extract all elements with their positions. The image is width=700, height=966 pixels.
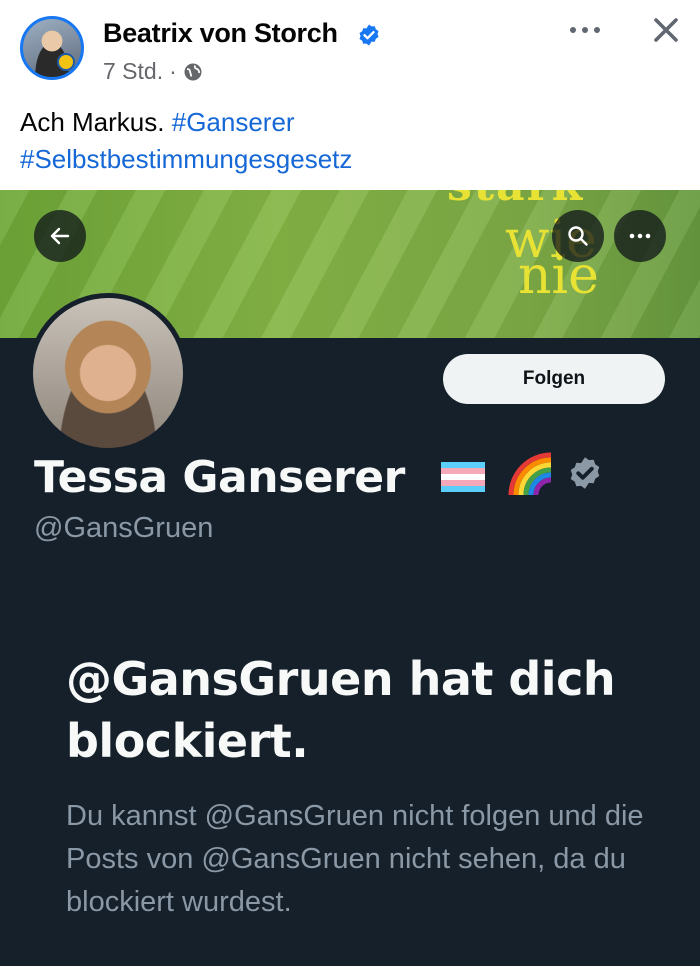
transgender-flag-icon	[441, 462, 485, 492]
back-button[interactable]	[34, 210, 86, 262]
more-options-icon	[570, 27, 600, 33]
back-arrow-icon	[50, 227, 70, 245]
post-meta: 7 Std. ·	[103, 58, 203, 85]
more-options-button[interactable]	[563, 8, 607, 52]
profile-display-name: Tessa Ganserer	[34, 452, 405, 503]
post-text-plain: Ach Markus.	[20, 107, 165, 137]
more-options-button[interactable]	[614, 210, 666, 262]
profile-handle: @GansGruen	[34, 512, 214, 544]
close-button[interactable]	[644, 8, 688, 52]
verified-badge-icon	[570, 457, 600, 489]
close-icon	[654, 18, 678, 42]
search-button[interactable]	[552, 210, 604, 262]
profile-avatar[interactable]	[28, 293, 188, 453]
post-text: Ach Markus. #Ganserer #Selbstbestimmunge…	[20, 104, 680, 178]
rainbow-icon	[508, 452, 552, 496]
author-avatar[interactable]	[20, 16, 84, 80]
follow-button[interactable]: Folgen	[443, 354, 665, 404]
globe-icon	[184, 63, 202, 80]
banner-word: stark	[447, 190, 584, 211]
verified-badge-icon	[359, 24, 379, 46]
facebook-post: Beatrix von Storch 7 Std. · Ach Markus. …	[0, 0, 700, 190]
meta-separator: ·	[169, 58, 177, 84]
more-options-icon	[629, 233, 651, 239]
hashtag-link[interactable]: #Selbstbestimmungesgesetz	[20, 144, 352, 174]
embedded-profile-screenshot[interactable]: stark wie nie Folgen Tessa Ganserer	[0, 190, 700, 966]
blocked-title: @GansGruen hat dich blockiert.	[66, 652, 616, 768]
blocked-message: Du kannst @GansGruen nicht folgen und di…	[66, 800, 644, 918]
post-timestamp[interactable]: 7 Std.	[103, 58, 163, 85]
hashtag-link[interactable]: #Ganserer	[172, 107, 295, 137]
avatar-badge	[57, 53, 75, 71]
author-name[interactable]: Beatrix von Storch	[103, 18, 338, 49]
search-icon	[568, 226, 588, 246]
